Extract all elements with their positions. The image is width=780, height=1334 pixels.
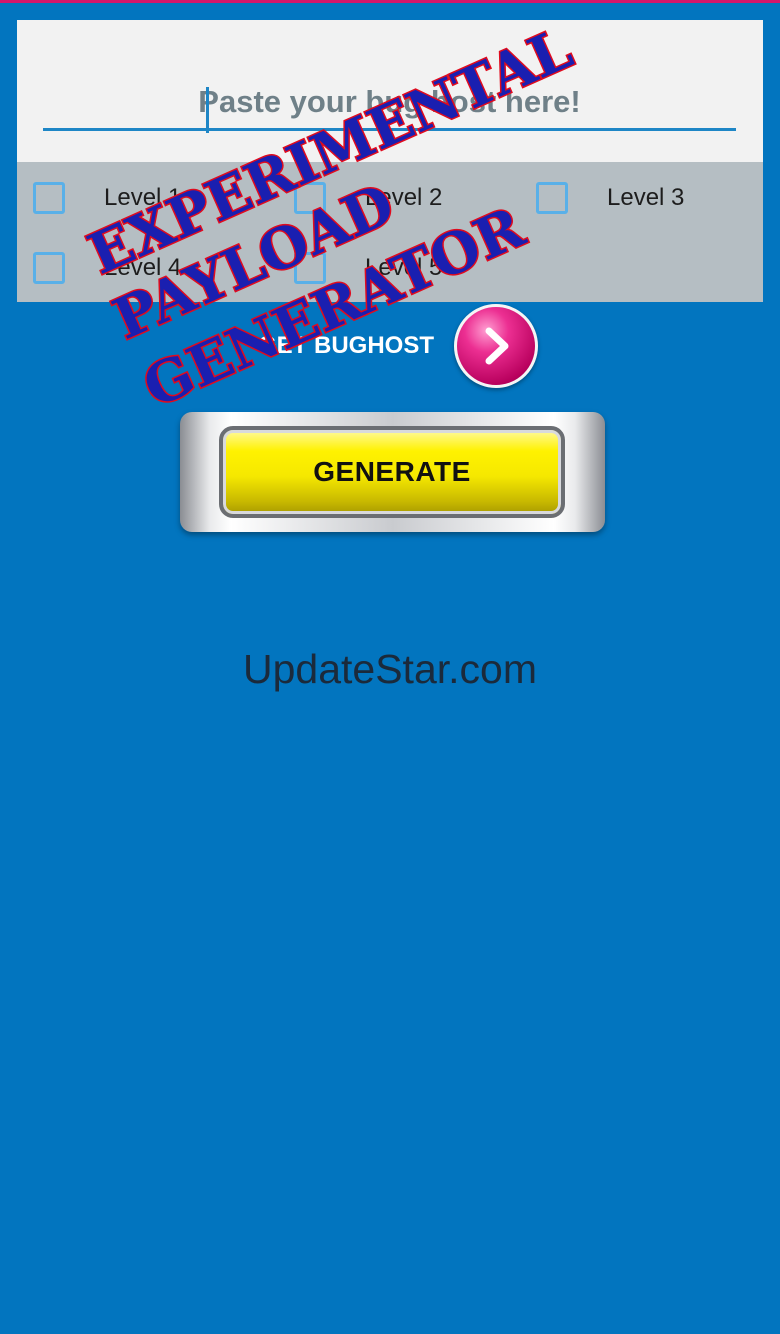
level-5-option[interactable]: Level 5 [294, 248, 442, 288]
level-label: Level 3 [607, 184, 685, 211]
checkbox-icon[interactable] [33, 252, 65, 284]
updatestar-watermark: UpdateStar.com [243, 646, 537, 692]
level-label: Level 5 [365, 254, 443, 281]
get-bughost-label: GET BUGHOST [258, 332, 435, 359]
generate-label: GENERATE [313, 456, 471, 487]
text-caret [206, 87, 209, 133]
checkbox-icon[interactable] [294, 182, 326, 214]
level-3-option[interactable]: Level 3 [536, 178, 684, 218]
generate-button[interactable]: GENERATE [219, 426, 565, 518]
bug-host-panel [17, 20, 763, 162]
checkbox-icon[interactable] [33, 182, 65, 214]
get-bughost-button[interactable] [454, 304, 539, 388]
bug-host-input[interactable] [43, 76, 736, 131]
checkbox-icon[interactable] [536, 182, 568, 214]
level-label: Level 4 [104, 254, 182, 281]
checkbox-icon[interactable] [294, 252, 326, 284]
levels-panel: Level 1 Level 2 Level 3 Level 4 Level 5 [17, 162, 763, 302]
level-label: Level 2 [365, 184, 443, 211]
top-accent-strip [0, 0, 780, 3]
generate-button-frame: GENERATE [180, 412, 605, 532]
level-2-option[interactable]: Level 2 [294, 178, 442, 218]
level-4-option[interactable]: Level 4 [33, 248, 181, 288]
get-bughost-control[interactable]: GET BUGHOST [258, 302, 539, 390]
level-1-option[interactable]: Level 1 [33, 178, 181, 218]
chevron-right-icon [485, 327, 509, 365]
level-label: Level 1 [104, 184, 182, 211]
